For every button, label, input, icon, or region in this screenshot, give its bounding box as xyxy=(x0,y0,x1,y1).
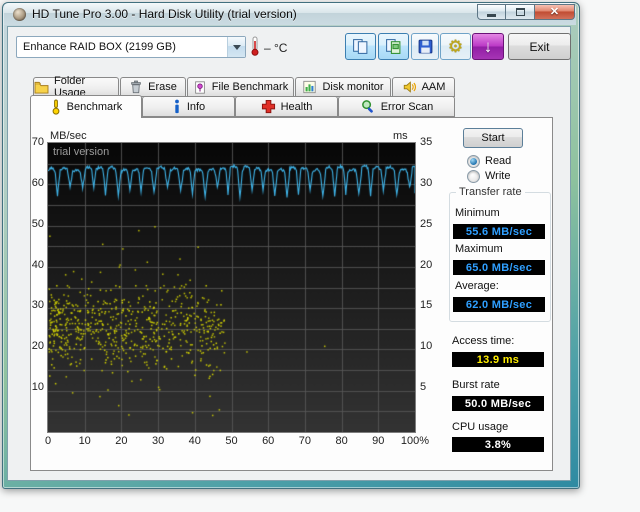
cpu-usage-value: 3.8% xyxy=(452,437,544,452)
copy-text-button[interactable] xyxy=(345,33,376,60)
tab-label: File Benchmark xyxy=(211,81,289,93)
axis-tick: 100% xyxy=(400,435,430,447)
tab-disk-monitor[interactable]: Disk monitor xyxy=(295,77,391,97)
start-button[interactable]: Start xyxy=(463,128,523,148)
tab-label: Info xyxy=(186,100,206,113)
access-time-label: Access time: xyxy=(452,335,515,347)
folder-icon xyxy=(34,81,49,94)
burst-rate-value: 50.0 MB/sec xyxy=(452,396,544,411)
maximum-value: 65.0 MB/sec xyxy=(453,260,545,275)
window-title: HD Tune Pro 3.00 - Hard Disk Utility (tr… xyxy=(32,7,297,21)
axis-tick: 30 xyxy=(31,299,44,312)
speaker-icon xyxy=(403,81,416,93)
file-benchmark-icon xyxy=(194,80,205,94)
read-radio[interactable] xyxy=(467,155,480,168)
benchmark-icon xyxy=(52,99,60,115)
screenshot-icon xyxy=(386,39,401,54)
tab-label: Erase xyxy=(148,81,177,93)
axis-tick: 40 xyxy=(31,258,44,271)
axis-tick: 0 xyxy=(44,435,52,447)
trash-icon xyxy=(131,80,141,94)
save-icon xyxy=(418,39,432,54)
write-radio[interactable] xyxy=(467,170,480,183)
access-time-value: 13.9 ms xyxy=(452,352,544,367)
tab-health[interactable]: Health xyxy=(235,96,338,117)
tab-label: Error Scan xyxy=(380,100,434,113)
close-button[interactable]: ✕ xyxy=(535,4,575,20)
copy-screenshot-button[interactable] xyxy=(378,33,409,60)
temperature-display: – °C xyxy=(264,41,288,55)
axis-tick: 40 xyxy=(188,435,201,447)
axis-tick: 30 xyxy=(151,435,165,447)
average-value: 62.0 MB/sec xyxy=(453,297,545,312)
update-download-button[interactable]: ↓ xyxy=(472,33,504,60)
screenshot-root: HD Tune Pro 3.00 - Hard Disk Utility (tr… xyxy=(0,0,640,512)
axis-tick: 70 xyxy=(31,136,44,148)
save-button[interactable] xyxy=(411,33,439,60)
axis-tick: 50 xyxy=(31,217,44,230)
drive-selector[interactable]: Enhance RAID BOX (2199 GB) xyxy=(16,36,246,58)
axis-tick: 60 xyxy=(31,176,44,189)
maximize-button[interactable] xyxy=(506,4,535,20)
y-left-axis-title: MB/sec xyxy=(50,130,87,142)
write-radio-label[interactable]: Write xyxy=(485,170,510,182)
exit-button[interactable]: Exit xyxy=(508,33,571,60)
tab-file-benchmark[interactable]: File Benchmark xyxy=(187,77,294,97)
copy-icon xyxy=(353,39,368,54)
axis-tick: 5 xyxy=(420,381,427,394)
axis-tick: 90 xyxy=(372,435,385,447)
axis-tick: 70 xyxy=(298,435,312,447)
axis-tick: 25 xyxy=(420,217,433,230)
axis-tick: 35 xyxy=(420,136,433,148)
error-scan-icon xyxy=(361,100,373,113)
benchmark-chart xyxy=(47,142,416,433)
tab-label: Health xyxy=(280,100,313,113)
axis-tick: 20 xyxy=(31,340,44,353)
axis-tick: 10 xyxy=(31,381,44,394)
trial-watermark: trial version xyxy=(53,146,110,158)
options-button[interactable]: ⚙ xyxy=(440,33,471,60)
thermometer-icon xyxy=(251,36,259,56)
tab-label: Disk monitor xyxy=(322,81,384,93)
disk-monitor-icon xyxy=(303,80,317,94)
cpu-usage-label: CPU usage xyxy=(452,421,509,433)
axis-tick: 20 xyxy=(420,258,433,271)
maximum-label: Maximum xyxy=(455,243,503,255)
close-icon: ✕ xyxy=(549,6,560,18)
y-right-axis-title: ms xyxy=(393,130,408,142)
tab-label: Benchmark xyxy=(66,101,123,113)
tab-error-scan[interactable]: Error Scan xyxy=(338,96,455,117)
minimum-label: Minimum xyxy=(455,207,500,219)
axis-tick: 30 xyxy=(420,176,433,189)
tab-aam[interactable]: AAM xyxy=(392,77,455,97)
maximize-icon xyxy=(515,8,525,16)
tab-label: AAM xyxy=(421,81,446,93)
health-icon xyxy=(261,99,275,114)
axis-tick: 15 xyxy=(420,299,433,312)
axis-tick: 50 xyxy=(225,435,238,447)
axis-tick: 60 xyxy=(262,435,275,447)
info-icon xyxy=(174,99,179,114)
axis-tick: 80 xyxy=(335,435,348,447)
tab-erase[interactable]: Erase xyxy=(120,77,186,97)
hdtune-logo-icon xyxy=(13,8,26,21)
average-label: Average: xyxy=(455,280,499,292)
tab-info[interactable]: Info xyxy=(142,96,235,117)
transfer-rate-legend: Transfer rate xyxy=(456,186,525,198)
axis-tick: 10 xyxy=(78,435,91,447)
axis-tick: 10 xyxy=(420,340,433,353)
read-radio-label[interactable]: Read xyxy=(485,155,511,167)
dropdown-arrow-icon[interactable] xyxy=(227,37,245,57)
download-arrow-icon: ↓ xyxy=(483,36,493,56)
tab-folder-usage[interactable]: Folder Usage xyxy=(33,75,119,99)
minimize-icon xyxy=(487,14,496,17)
minimize-button[interactable] xyxy=(477,4,506,20)
tab-benchmark[interactable]: Benchmark xyxy=(30,95,142,118)
axis-tick: 20 xyxy=(115,435,128,447)
drive-selector-value: Enhance RAID BOX (2199 GB) xyxy=(23,41,176,53)
minimum-value: 55.6 MB/sec xyxy=(453,224,545,239)
burst-rate-label: Burst rate xyxy=(452,379,500,391)
options-gear-icon: ⚙ xyxy=(447,36,464,56)
